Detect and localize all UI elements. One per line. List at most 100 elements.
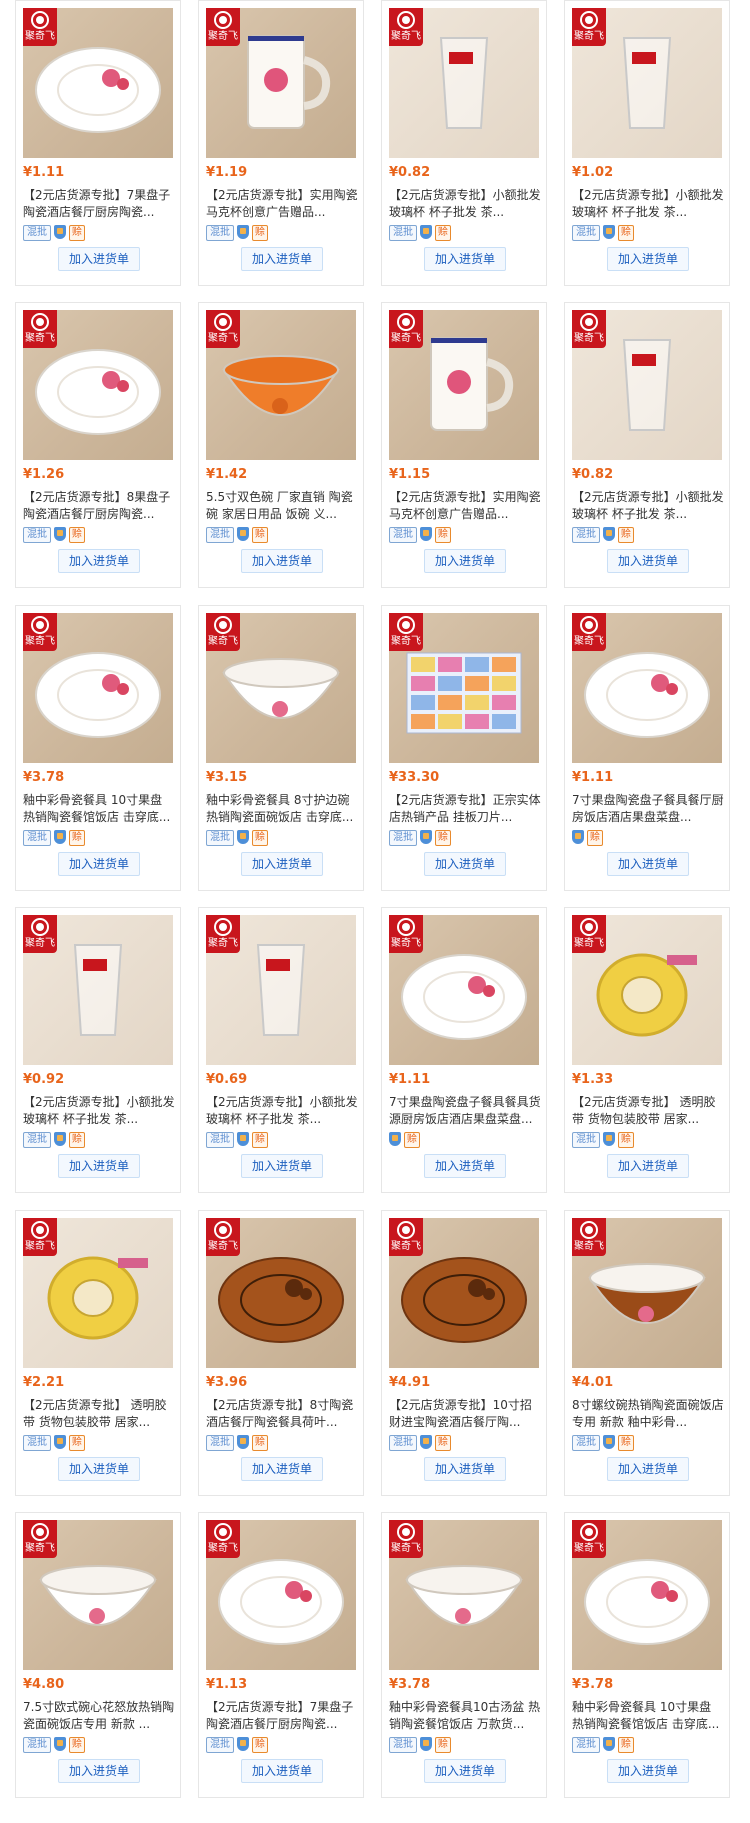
product-card[interactable]: 聚奇飞 ¥1.13 【2元店货源专批】7果盘子陶瓷酒店餐厅厨房陶瓷... 混批 赊加入进… — [198, 1512, 364, 1798]
product-title-link[interactable]: 釉中彩骨瓷餐具 10寸果盘 热销陶瓷餐馆饭店 击穿底... — [23, 792, 175, 826]
product-title-link[interactable]: 7寸果盘陶瓷盘子餐具餐具货源厨房饭店酒店果盘菜盘... — [389, 1094, 541, 1128]
add-to-purchase-list-button[interactable]: 加入进货单 — [424, 549, 506, 573]
shield-icon[interactable] — [603, 1132, 615, 1146]
mixed-batch-tag[interactable]: 混批 — [572, 1737, 600, 1753]
mixed-batch-tag[interactable]: 混批 — [23, 1435, 51, 1451]
product-card[interactable]: 聚奇飞 ¥4.91 【2元店货源专批】10寸招财进宝陶瓷酒店餐厅陶... 混批 赊加入进… — [381, 1210, 547, 1496]
add-to-purchase-list-button[interactable]: 加入进货单 — [424, 1154, 506, 1178]
product-card[interactable]: 聚奇飞 ¥3.78 釉中彩骨瓷餐具 10寸果盘 热销陶瓷餐馆饭店 击穿底... 混批 赊… — [564, 1512, 730, 1798]
product-image[interactable]: 聚奇飞 — [389, 8, 539, 158]
product-image[interactable]: 聚奇飞 — [23, 8, 173, 158]
product-image[interactable]: 聚奇飞 — [23, 1218, 173, 1368]
credit-pay-tag[interactable]: 赊 — [404, 1132, 420, 1148]
product-image[interactable]: 聚奇飞 — [572, 8, 722, 158]
shield-icon[interactable] — [603, 527, 615, 541]
add-to-purchase-list-button[interactable]: 加入进货单 — [241, 852, 323, 876]
product-image[interactable]: 聚奇飞 — [206, 310, 356, 460]
product-card[interactable]: 聚奇飞 ¥0.82 【2元店货源专批】小额批发玻璃杯 杯子批发 茶... 混批 赊加入进… — [381, 0, 547, 286]
product-card[interactable]: 聚奇飞 ¥0.92 【2元店货源专批】小额批发玻璃杯 杯子批发 茶... 混批 赊加入进… — [15, 907, 181, 1193]
shield-icon[interactable] — [54, 830, 66, 844]
shield-icon[interactable] — [420, 1737, 432, 1751]
shield-icon[interactable] — [603, 1737, 615, 1751]
product-card[interactable]: 聚奇飞 ¥3.78 釉中彩骨瓷餐具10古汤盆 热销陶瓷餐馆饭店 万款货... 混批 赊加… — [381, 1512, 547, 1798]
shield-icon[interactable] — [572, 830, 584, 844]
product-title-link[interactable]: 7寸果盘陶瓷盘子餐具餐厅厨房饭店酒店果盘菜盘... — [572, 792, 724, 826]
shield-icon[interactable] — [54, 1132, 66, 1146]
mixed-batch-tag[interactable]: 混批 — [23, 1737, 51, 1753]
add-to-purchase-list-button[interactable]: 加入进货单 — [241, 549, 323, 573]
product-card[interactable]: 聚奇飞 ¥3.78 釉中彩骨瓷餐具 10寸果盘 热销陶瓷餐馆饭店 击穿底... 混批 赊… — [15, 605, 181, 891]
product-title-link[interactable]: 【2元店货源专批】小额批发玻璃杯 杯子批发 茶... — [572, 489, 724, 523]
add-to-purchase-list-button[interactable]: 加入进货单 — [58, 1457, 140, 1481]
credit-pay-tag[interactable]: 赊 — [435, 1737, 451, 1753]
product-image[interactable]: 聚奇飞 — [23, 1520, 173, 1670]
product-image[interactable]: 聚奇飞 — [572, 310, 722, 460]
shield-icon[interactable] — [54, 527, 66, 541]
credit-pay-tag[interactable]: 赊 — [618, 1737, 634, 1753]
shield-icon[interactable] — [603, 1435, 615, 1449]
credit-pay-tag[interactable]: 赊 — [435, 1435, 451, 1451]
credit-pay-tag[interactable]: 赊 — [435, 527, 451, 543]
product-image[interactable]: 聚奇飞 — [572, 1218, 722, 1368]
credit-pay-tag[interactable]: 赊 — [69, 527, 85, 543]
add-to-purchase-list-button[interactable]: 加入进货单 — [607, 549, 689, 573]
add-to-purchase-list-button[interactable]: 加入进货单 — [58, 1154, 140, 1178]
mixed-batch-tag[interactable]: 混批 — [572, 1435, 600, 1451]
product-image[interactable]: 聚奇飞 — [206, 915, 356, 1065]
shield-icon[interactable] — [54, 225, 66, 239]
shield-icon[interactable] — [420, 527, 432, 541]
product-title-link[interactable]: 【2元店货源专批】小额批发玻璃杯 杯子批发 茶... — [572, 187, 724, 221]
mixed-batch-tag[interactable]: 混批 — [206, 830, 234, 846]
product-title-link[interactable]: 【2元店货源专批】实用陶瓷马克杯创意广告赠品... — [206, 187, 358, 221]
shield-icon[interactable] — [389, 1132, 401, 1146]
add-to-purchase-list-button[interactable]: 加入进货单 — [241, 1154, 323, 1178]
product-title-link[interactable]: 釉中彩骨瓷餐具 8寸护边碗 热销陶瓷面碗饭店 击穿底... — [206, 792, 358, 826]
add-to-purchase-list-button[interactable]: 加入进货单 — [58, 852, 140, 876]
mixed-batch-tag[interactable]: 混批 — [572, 1132, 600, 1148]
shield-icon[interactable] — [237, 527, 249, 541]
mixed-batch-tag[interactable]: 混批 — [206, 527, 234, 543]
product-image[interactable]: 聚奇飞 — [572, 1520, 722, 1670]
product-title-link[interactable]: 【2元店货源专批】小额批发玻璃杯 杯子批发 茶... — [206, 1094, 358, 1128]
mixed-batch-tag[interactable]: 混批 — [23, 225, 51, 241]
mixed-batch-tag[interactable]: 混批 — [23, 830, 51, 846]
product-image[interactable]: 聚奇飞 — [389, 1520, 539, 1670]
product-title-link[interactable]: 【2元店货源专批】小额批发玻璃杯 杯子批发 茶... — [389, 187, 541, 221]
credit-pay-tag[interactable]: 赊 — [69, 1132, 85, 1148]
product-card[interactable]: 聚奇飞 ¥1.19 【2元店货源专批】实用陶瓷马克杯创意广告赠品... 混批 赊加入进货… — [198, 0, 364, 286]
product-card[interactable]: 聚奇飞 ¥0.69 【2元店货源专批】小额批发玻璃杯 杯子批发 茶... 混批 赊加入进… — [198, 907, 364, 1193]
product-title-link[interactable]: 【2元店货源专批】8寸陶瓷酒店餐厅陶瓷餐具荷叶... — [206, 1397, 358, 1431]
mixed-batch-tag[interactable]: 混批 — [206, 1737, 234, 1753]
product-image[interactable]: 聚奇飞 — [23, 915, 173, 1065]
mixed-batch-tag[interactable]: 混批 — [389, 225, 417, 241]
shield-icon[interactable] — [420, 1435, 432, 1449]
shield-icon[interactable] — [54, 1737, 66, 1751]
mixed-batch-tag[interactable]: 混批 — [23, 1132, 51, 1148]
credit-pay-tag[interactable]: 赊 — [618, 225, 634, 241]
product-card[interactable]: 聚奇飞 ¥1.11 【2元店货源专批】7果盘子陶瓷酒店餐厅厨房陶瓷... 混批 赊加入进… — [15, 0, 181, 286]
product-image[interactable]: 聚奇飞 — [206, 613, 356, 763]
product-card[interactable]: 聚奇飞 ¥1.11 7寸果盘陶瓷盘子餐具餐具货源厨房饭店酒店果盘菜盘... 赊加入进货… — [381, 907, 547, 1193]
credit-pay-tag[interactable]: 赊 — [252, 1132, 268, 1148]
credit-pay-tag[interactable]: 赊 — [618, 1435, 634, 1451]
product-title-link[interactable]: 7.5寸欧式碗心花怒放热销陶瓷面碗饭店专用 新款 ... — [23, 1699, 175, 1733]
add-to-purchase-list-button[interactable]: 加入进货单 — [241, 1457, 323, 1481]
product-card[interactable]: 聚奇飞 ¥1.11 7寸果盘陶瓷盘子餐具餐厅厨房饭店酒店果盘菜盘... 赊加入进货单 — [564, 605, 730, 891]
credit-pay-tag[interactable]: 赊 — [252, 225, 268, 241]
product-image[interactable]: 聚奇飞 — [206, 8, 356, 158]
product-card[interactable]: 聚奇飞 ¥3.15 釉中彩骨瓷餐具 8寸护边碗 热销陶瓷面碗饭店 击穿底... 混批 赊… — [198, 605, 364, 891]
product-card[interactable]: 聚奇飞 ¥1.33 【2元店货源专批】 透明胶带 货物包装胶带 居家... 混批 赊加入… — [564, 907, 730, 1193]
mixed-batch-tag[interactable]: 混批 — [572, 527, 600, 543]
credit-pay-tag[interactable]: 赊 — [618, 1132, 634, 1148]
credit-pay-tag[interactable]: 赊 — [252, 1737, 268, 1753]
product-title-link[interactable]: 8寸螺纹碗热销陶瓷面碗饭店专用 新款 釉中彩骨... — [572, 1397, 724, 1431]
product-card[interactable]: 聚奇飞 ¥0.82 【2元店货源专批】小额批发玻璃杯 杯子批发 茶... 混批 赊加入进… — [564, 302, 730, 588]
credit-pay-tag[interactable]: 赊 — [252, 527, 268, 543]
credit-pay-tag[interactable]: 赊 — [435, 830, 451, 846]
product-image[interactable]: 聚奇飞 — [572, 915, 722, 1065]
product-title-link[interactable]: 【2元店货源专批】7果盘子陶瓷酒店餐厅厨房陶瓷... — [23, 187, 175, 221]
credit-pay-tag[interactable]: 赊 — [587, 830, 603, 846]
add-to-purchase-list-button[interactable]: 加入进货单 — [607, 247, 689, 271]
product-card[interactable]: 聚奇飞 ¥33.30 【2元店货源专批】正宗实体店热销产品 挂板刀片... 混批 赊加入… — [381, 605, 547, 891]
product-image[interactable]: 聚奇飞 — [23, 310, 173, 460]
